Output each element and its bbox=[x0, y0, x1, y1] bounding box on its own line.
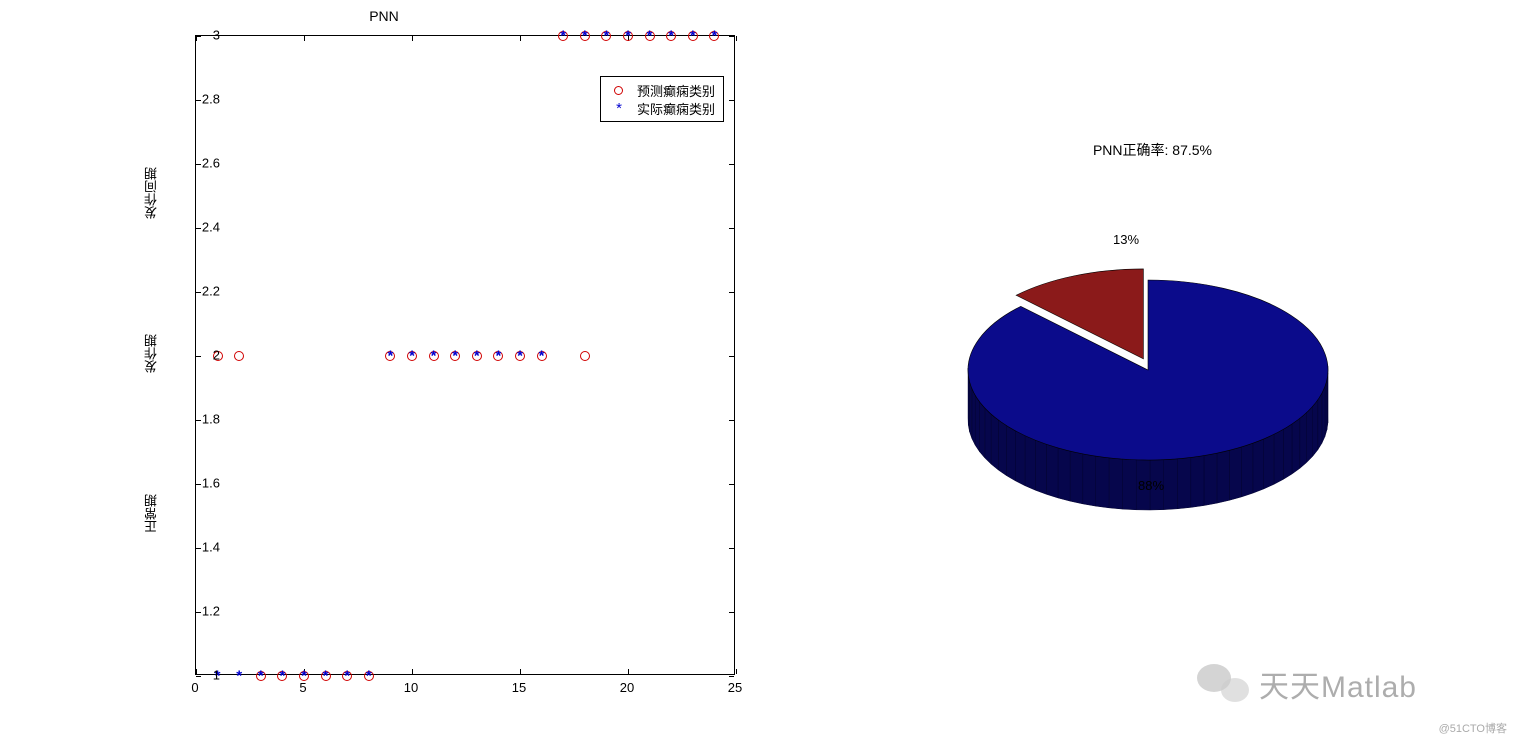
actual-point: * bbox=[625, 29, 631, 44]
x-tick: 20 bbox=[612, 680, 642, 695]
actual-point: * bbox=[323, 669, 329, 684]
actual-point: * bbox=[668, 29, 674, 44]
x-tick: 5 bbox=[288, 680, 318, 695]
predicted-point bbox=[580, 351, 590, 361]
y-tick: 2.6 bbox=[190, 156, 220, 171]
actual-point: * bbox=[539, 349, 545, 364]
y-tick: 1.6 bbox=[190, 476, 220, 491]
pie-chart: PNN正确率: 87.5% 13% 88% bbox=[768, 0, 1537, 746]
actual-point: * bbox=[690, 29, 696, 44]
y-tick: 1.2 bbox=[190, 604, 220, 619]
watermark: 天天Matlab bbox=[1197, 662, 1417, 706]
plot-area: 预测癫痫类别 * 实际癫痫类别 ************************ bbox=[195, 35, 735, 675]
x-tick: 25 bbox=[720, 680, 750, 695]
watermark-text: 天天Matlab bbox=[1259, 662, 1417, 706]
actual-point: * bbox=[387, 349, 393, 364]
actual-point: * bbox=[366, 669, 372, 684]
circle-icon bbox=[609, 83, 629, 98]
x-tick: 0 bbox=[180, 680, 210, 695]
actual-point: * bbox=[409, 349, 415, 364]
legend-item-predicted: 预测癫痫类别 bbox=[609, 81, 715, 99]
y-tick: 1.8 bbox=[190, 412, 220, 427]
y-tick: 2.2 bbox=[190, 284, 220, 299]
x-tick: 15 bbox=[504, 680, 534, 695]
actual-point: * bbox=[603, 29, 609, 44]
actual-point: * bbox=[474, 349, 480, 364]
y-tick: 2 bbox=[190, 348, 220, 363]
pie-label-small: 13% bbox=[1113, 232, 1139, 247]
scatter-chart: PNN 预测癫痫类别 * 实际癫痫类别 ********************… bbox=[0, 0, 768, 746]
actual-point: * bbox=[431, 349, 437, 364]
legend-label: 实际癫痫类别 bbox=[637, 99, 715, 118]
y-tick: 3 bbox=[190, 28, 220, 43]
actual-point: * bbox=[344, 669, 350, 684]
wechat-icon bbox=[1197, 662, 1249, 706]
scatter-title: PNN bbox=[0, 8, 768, 24]
star-icon: * bbox=[609, 101, 629, 116]
actual-point: * bbox=[279, 669, 285, 684]
actual-point: * bbox=[452, 349, 458, 364]
y-axis-label: 发作期 bbox=[142, 334, 161, 373]
actual-point: * bbox=[258, 669, 264, 684]
y-tick: 2.8 bbox=[190, 92, 220, 107]
predicted-point bbox=[234, 351, 244, 361]
pie-title: PNN正确率: 87.5% bbox=[768, 140, 1537, 160]
pie-slice bbox=[968, 280, 1328, 460]
actual-point: * bbox=[582, 29, 588, 44]
x-tick: 10 bbox=[396, 680, 426, 695]
y-tick: 1.4 bbox=[190, 540, 220, 555]
actual-point: * bbox=[711, 29, 717, 44]
actual-point: * bbox=[517, 349, 523, 364]
actual-point: * bbox=[495, 349, 501, 364]
legend-item-actual: * 实际癫痫类别 bbox=[609, 99, 715, 117]
actual-point: * bbox=[647, 29, 653, 44]
y-axis-label: 正常期 bbox=[142, 494, 161, 533]
pie-label-large: 88% bbox=[1138, 478, 1164, 493]
legend-box: 预测癫痫类别 * 实际癫痫类别 bbox=[600, 76, 724, 122]
watermark-sub: @51CTO博客 bbox=[1439, 720, 1507, 736]
legend-label: 预测癫痫类别 bbox=[637, 81, 715, 100]
y-tick: 2.4 bbox=[190, 220, 220, 235]
actual-point: * bbox=[236, 669, 242, 684]
y-axis-label: 发作间期 bbox=[142, 167, 161, 219]
actual-point: * bbox=[560, 29, 566, 44]
